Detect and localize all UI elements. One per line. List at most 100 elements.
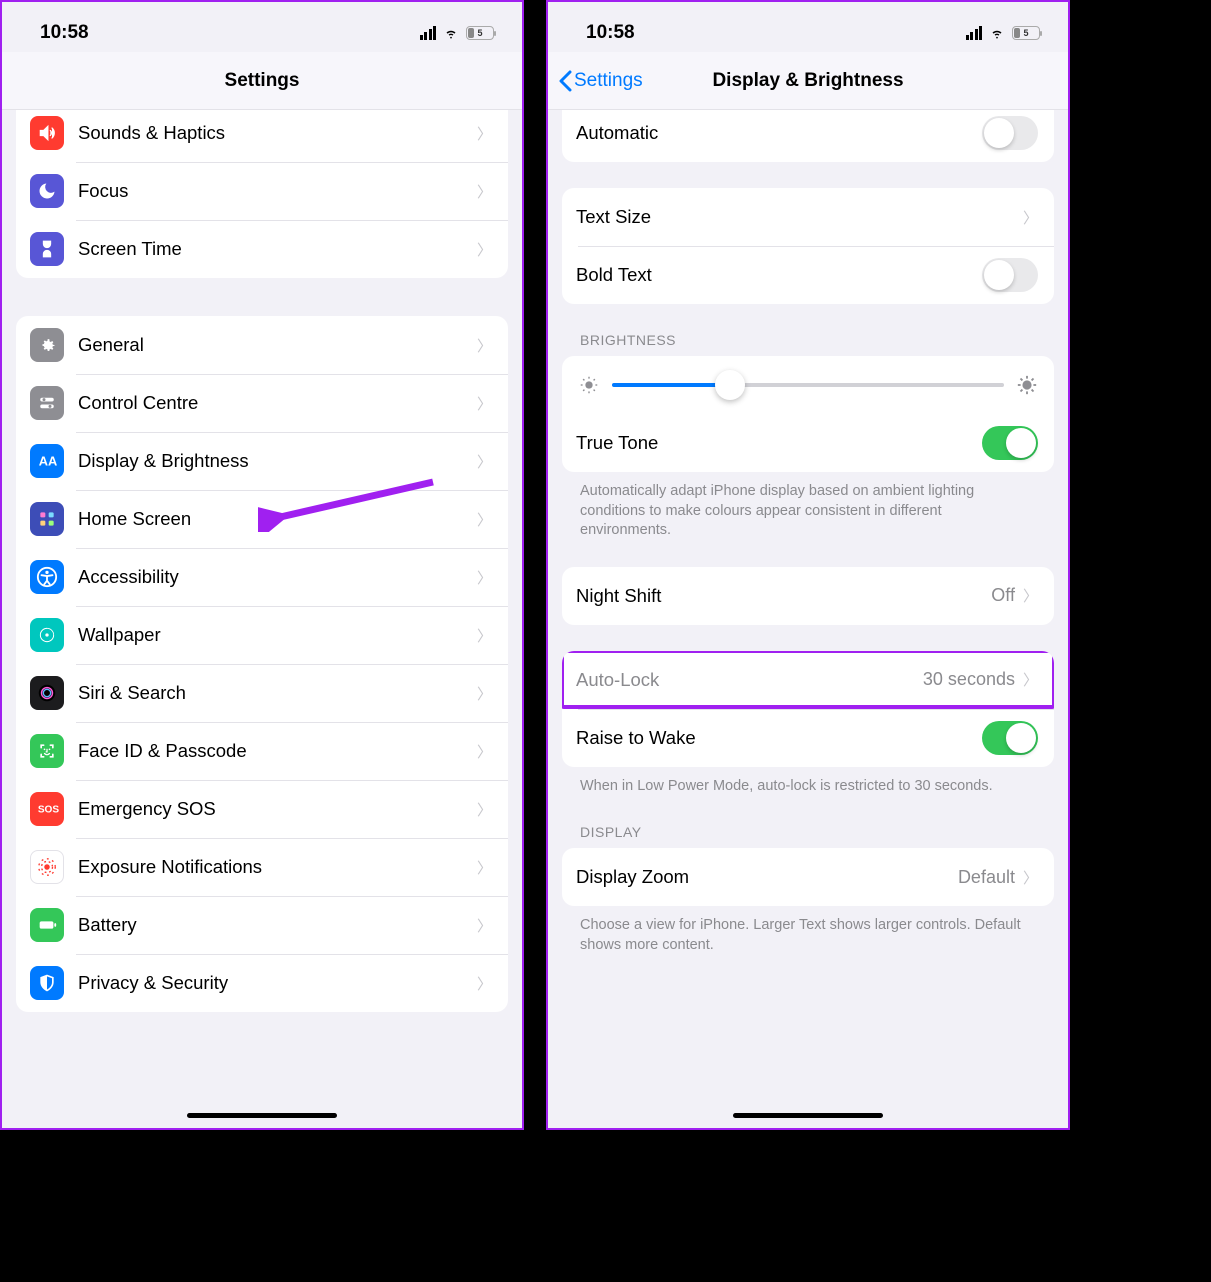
night-shift-group: Night Shift Off 〉 <box>562 567 1054 625</box>
status-time: 10:58 <box>586 22 635 44</box>
true-tone-footer: Automatically adapt iPhone display based… <box>562 472 1054 541</box>
settings-row-battery[interactable]: Battery〉 <box>16 896 508 954</box>
settings-row-sounds[interactable]: Sounds & Haptics〉 <box>16 110 508 162</box>
svg-text:SOS: SOS <box>38 805 60 816</box>
display-zoom-value: Default <box>958 867 1015 888</box>
settings-row-sos[interactable]: SOSEmergency SOS〉 <box>16 780 508 838</box>
settings-screen: 10:58 5 Settings Sounds & Haptics〉Focus〉… <box>0 0 524 1130</box>
status-icons: 5 <box>420 26 495 40</box>
back-button[interactable]: Settings <box>558 70 643 92</box>
page-title: Display & Brightness <box>712 70 903 92</box>
privacy-icon <box>30 966 64 1000</box>
status-icons: 5 <box>966 26 1041 40</box>
status-bar: 10:58 5 <box>548 2 1068 52</box>
brightness-slider-row[interactable] <box>562 356 1054 414</box>
general-icon <box>30 328 64 362</box>
display-zoom-row[interactable]: Display Zoom Default 〉 <box>562 848 1054 906</box>
chevron-right-icon: 〉 <box>1023 207 1038 228</box>
settings-row-general[interactable]: General〉 <box>16 316 508 374</box>
true-tone-row[interactable]: True Tone <box>562 414 1054 472</box>
settings-row-wallpaper[interactable]: Wallpaper〉 <box>16 606 508 664</box>
chevron-right-icon: 〉 <box>477 239 492 260</box>
exposure-icon <box>30 850 64 884</box>
zoom-footer: Choose a view for iPhone. Larger Text sh… <box>562 906 1054 955</box>
auto-lock-value: 30 seconds <box>923 669 1015 690</box>
battery-icon: 5 <box>466 26 494 40</box>
chevron-right-icon: 〉 <box>477 683 492 704</box>
brightness-slider[interactable] <box>612 383 1004 387</box>
automatic-toggle[interactable] <box>982 116 1038 150</box>
automatic-label: Automatic <box>576 122 982 144</box>
settings-row-homescreen[interactable]: Home Screen〉 <box>16 490 508 548</box>
display-settings-list[interactable]: Automatic Text Size 〉 Bold Text BRIGHTNE… <box>548 110 1068 1128</box>
display-header: DISPLAY <box>562 796 1054 848</box>
settings-row-controlcentre[interactable]: Control Centre〉 <box>16 374 508 432</box>
true-tone-label: True Tone <box>576 432 982 454</box>
chevron-right-icon: 〉 <box>477 181 492 202</box>
chevron-right-icon: 〉 <box>477 567 492 588</box>
nav-bar: Settings <box>2 52 522 110</box>
display-zoom-label: Display Zoom <box>576 866 958 888</box>
back-label: Settings <box>574 70 643 92</box>
settings-group-2: General〉Control Centre〉AADisplay & Brigh… <box>16 316 508 1012</box>
wallpaper-icon <box>30 618 64 652</box>
nav-bar: Settings Display & Brightness <box>548 52 1068 110</box>
bold-text-toggle[interactable] <box>982 258 1038 292</box>
settings-row-accessibility[interactable]: Accessibility〉 <box>16 548 508 606</box>
settings-row-label: Sounds & Haptics <box>78 122 477 144</box>
settings-row-screentime[interactable]: Screen Time〉 <box>16 220 508 278</box>
raise-to-wake-label: Raise to Wake <box>576 727 982 749</box>
chevron-right-icon: 〉 <box>477 625 492 646</box>
display-zoom-group: Display Zoom Default 〉 <box>562 848 1054 906</box>
home-indicator <box>187 1113 337 1118</box>
bold-text-label: Bold Text <box>576 264 982 286</box>
display-icon: AA <box>30 444 64 478</box>
night-shift-row[interactable]: Night Shift Off 〉 <box>562 567 1054 625</box>
lock-group: Auto-Lock 30 seconds 〉 Raise to Wake <box>562 651 1054 767</box>
true-tone-toggle[interactable] <box>982 426 1038 460</box>
sounds-icon <box>30 116 64 150</box>
screentime-icon <box>30 232 64 266</box>
automatic-row[interactable]: Automatic <box>562 110 1054 162</box>
home-indicator <box>733 1113 883 1118</box>
chevron-right-icon: 〉 <box>477 123 492 144</box>
chevron-right-icon: 〉 <box>477 973 492 994</box>
focus-icon <box>30 174 64 208</box>
chevron-right-icon: 〉 <box>477 799 492 820</box>
raise-to-wake-toggle[interactable] <box>982 721 1038 755</box>
settings-row-label: General <box>78 334 477 356</box>
settings-row-label: Display & Brightness <box>78 450 477 472</box>
cellular-icon <box>420 26 437 40</box>
text-size-row[interactable]: Text Size 〉 <box>562 188 1054 246</box>
raise-to-wake-row[interactable]: Raise to Wake <box>562 709 1054 767</box>
settings-row-focus[interactable]: Focus〉 <box>16 162 508 220</box>
svg-text:AA: AA <box>39 454 58 469</box>
faceid-icon <box>30 734 64 768</box>
appearance-group: Automatic <box>562 110 1054 162</box>
settings-list[interactable]: Sounds & Haptics〉Focus〉Screen Time〉 Gene… <box>2 110 522 1128</box>
settings-row-label: Control Centre <box>78 392 477 414</box>
chevron-right-icon: 〉 <box>477 335 492 356</box>
auto-lock-row[interactable]: Auto-Lock 30 seconds 〉 <box>562 651 1054 709</box>
settings-group-1: Sounds & Haptics〉Focus〉Screen Time〉 <box>16 110 508 278</box>
sos-icon: SOS <box>30 792 64 826</box>
low-power-footer: When in Low Power Mode, auto-lock is res… <box>562 767 1054 797</box>
settings-row-label: Privacy & Security <box>78 972 477 994</box>
settings-row-label: Accessibility <box>78 566 477 588</box>
brightness-group: True Tone <box>562 356 1054 472</box>
settings-row-siri[interactable]: Siri & Search〉 <box>16 664 508 722</box>
settings-row-faceid[interactable]: Face ID & Passcode〉 <box>16 722 508 780</box>
text-size-label: Text Size <box>576 206 1023 228</box>
settings-row-label: Home Screen <box>78 508 477 530</box>
settings-row-privacy[interactable]: Privacy & Security〉 <box>16 954 508 1012</box>
battery-icon: 5 <box>1012 26 1040 40</box>
chevron-right-icon: 〉 <box>477 509 492 530</box>
settings-row-exposure[interactable]: Exposure Notifications〉 <box>16 838 508 896</box>
battery-icon <box>30 908 64 942</box>
page-title: Settings <box>225 70 300 92</box>
settings-row-label: Wallpaper <box>78 624 477 646</box>
slider-thumb[interactable] <box>715 370 745 400</box>
bold-text-row[interactable]: Bold Text <box>562 246 1054 304</box>
settings-row-display[interactable]: AADisplay & Brightness〉 <box>16 432 508 490</box>
wifi-icon <box>442 26 460 40</box>
